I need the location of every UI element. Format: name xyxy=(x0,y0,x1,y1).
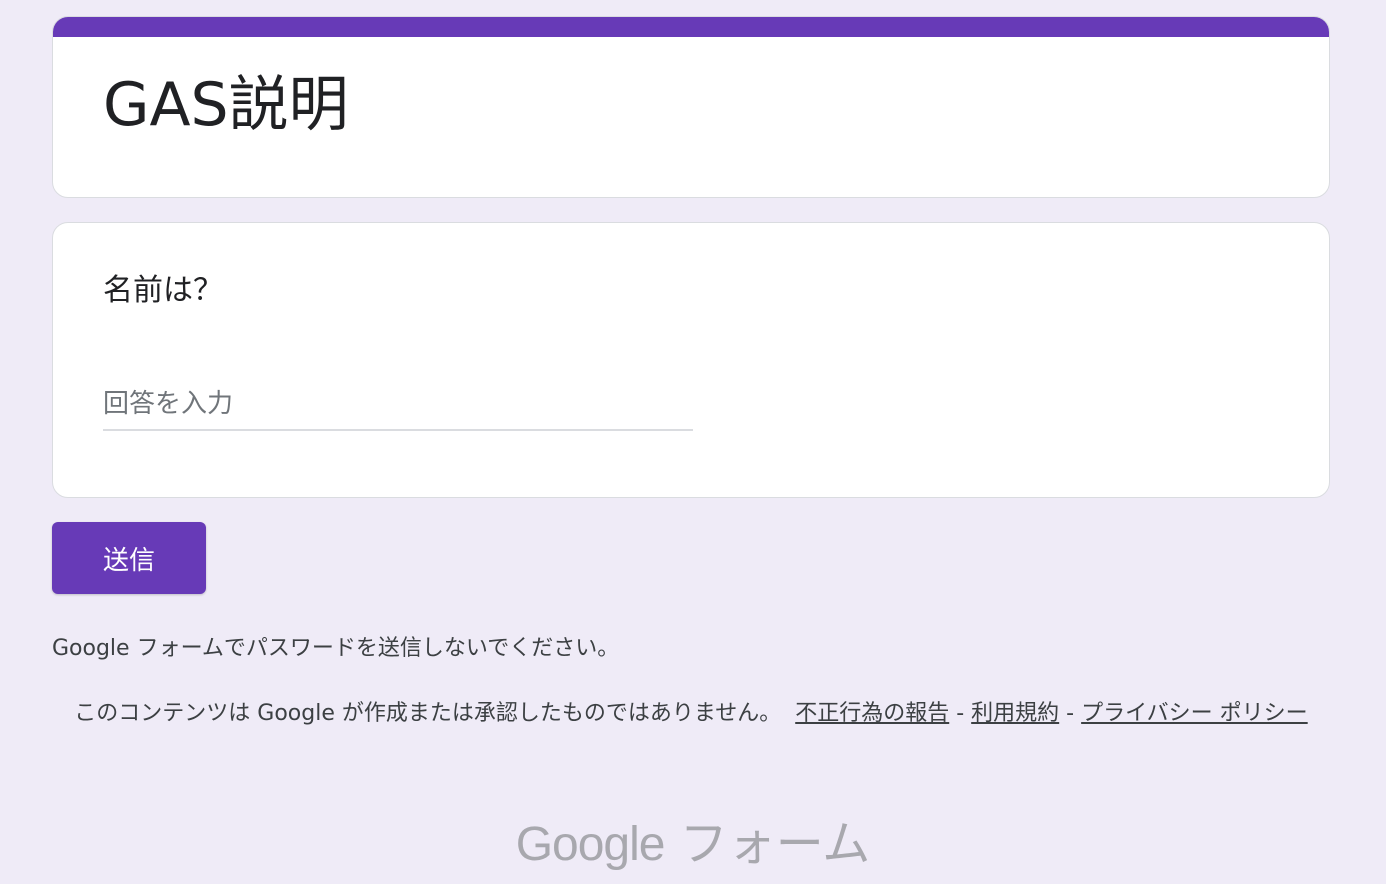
submit-button[interactable]: 送信 xyxy=(52,522,206,594)
question-card: 名前は？ xyxy=(52,222,1330,498)
report-abuse-link[interactable]: 不正行為の報告 xyxy=(795,701,949,726)
terms-link[interactable]: 利用規約 xyxy=(971,701,1059,726)
password-warning: Google フォームでパスワードを送信しないでください。 xyxy=(52,636,620,661)
answer-input[interactable] xyxy=(103,379,693,431)
disclaimer: このコンテンツは Google が作成または承認したものではありません。 不正行… xyxy=(52,696,1330,732)
link-separator: - xyxy=(949,701,972,726)
header-accent-bar xyxy=(53,17,1329,37)
link-separator: - xyxy=(1059,701,1082,726)
question-label: 名前は？ xyxy=(103,273,223,308)
privacy-policy-link[interactable]: プライバシー ポリシー xyxy=(1081,701,1308,726)
google-form-page: GAS説明 名前は？ 送信 Google フォームでパスワードを送信しないでくだ… xyxy=(0,0,1386,884)
form-title: GAS説明 xyxy=(103,70,349,140)
logo-brand: Google xyxy=(515,818,666,871)
google-forms-logo[interactable]: Google フォーム xyxy=(0,804,1386,874)
logo-product: フォーム xyxy=(679,816,871,872)
form-header-card: GAS説明 xyxy=(52,16,1330,198)
disclaimer-text: このコンテンツは Google が作成または承認したものではありません。 xyxy=(74,701,782,726)
